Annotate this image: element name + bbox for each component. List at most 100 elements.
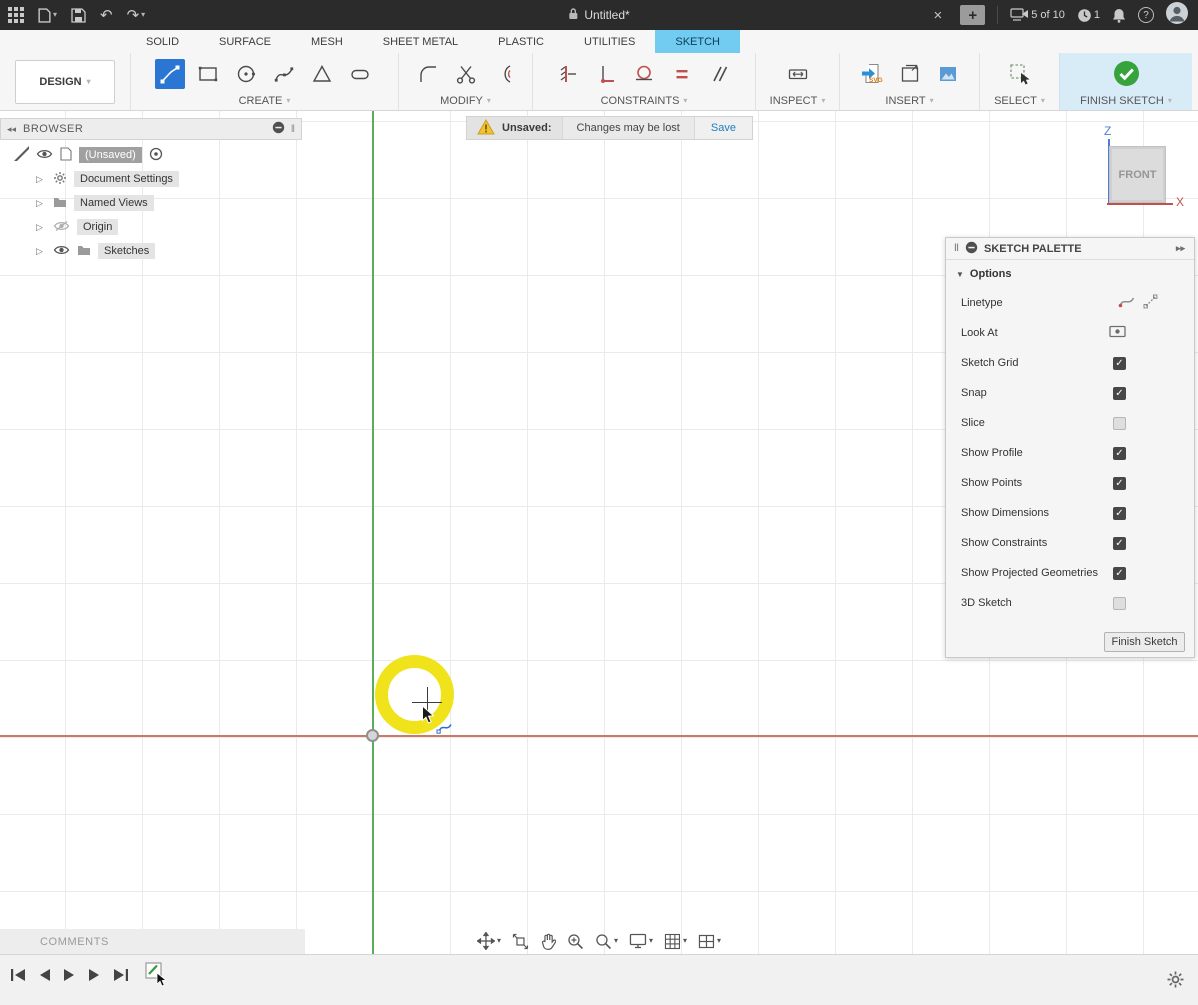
trim-tool-button[interactable] [451,59,481,89]
decal-tool-button[interactable] [895,59,925,89]
disclosure-icon[interactable]: ▷ [36,174,46,185]
grid-settings-button[interactable]: ▾ [664,933,687,950]
look-at-icon[interactable] [1109,325,1126,341]
display-settings-button[interactable]: ▾ [629,933,653,949]
finish-sketch-dropdown[interactable]: FINISH SKETCH ▾ [1060,91,1192,110]
palette-drag-handle[interactable]: ‖ [954,243,959,254]
tangent-constraint-button[interactable] [629,59,659,89]
browser-row-sketches[interactable]: ▷ Sketches [0,239,300,263]
spline-tool-button[interactable] [269,59,299,89]
close-tab-icon[interactable]: × [927,7,948,24]
step-back-button[interactable] [38,968,51,987]
save-link[interactable]: Save [694,117,752,139]
origin-point[interactable] [366,729,379,742]
sketch-grid-checkbox[interactable]: ✓ [1113,357,1126,370]
create-dropdown[interactable]: CREATE ▾ [131,91,398,110]
go-to-end-button[interactable] [113,968,129,987]
measure-tool-button[interactable] [783,59,813,89]
tab-mesh[interactable]: MESH [291,30,363,53]
viewcube[interactable]: Z X FRONT [1096,122,1196,212]
zoom-button[interactable] [567,933,584,950]
visibility-eye-icon[interactable] [36,148,53,163]
visibility-eye-icon[interactable] [53,244,70,259]
palette-minimize-icon[interactable] [965,241,978,257]
construction-linetype-icon[interactable] [1143,294,1158,312]
active-document-target-icon[interactable] [149,147,163,164]
tab-sheet-metal[interactable]: SHEET METAL [363,30,478,53]
job-status-button[interactable]: 5 of 10 [1010,8,1065,22]
viewports-button[interactable]: ▾ [698,934,721,949]
redo-button[interactable]: ↷ ▾ [127,8,146,23]
select-dropdown[interactable]: SELECT ▾ [980,91,1059,110]
file-menu-button[interactable]: ▾ [38,8,57,23]
tab-solid[interactable]: SOLID [126,30,199,53]
equal-constraint-button[interactable] [667,59,697,89]
play-button[interactable] [63,968,76,987]
snap-checkbox[interactable]: ✓ [1113,387,1126,400]
fillet-tool-button[interactable] [413,59,443,89]
avatar[interactable] [1166,2,1188,29]
offset-tool-button[interactable] [489,59,519,89]
show-constraints-checkbox[interactable]: ✓ [1113,537,1126,550]
browser-row-named-views[interactable]: ▷ Named Views [0,191,300,215]
tab-utilities[interactable]: UTILITIES [564,30,655,53]
app-grid-icon[interactable] [8,7,24,23]
browser-item-label[interactable]: Origin [77,219,118,235]
help-button[interactable]: ? [1138,7,1154,23]
circle-tool-button[interactable] [231,59,261,89]
orbit-button[interactable]: ▾ [477,932,501,950]
viewcube-front-face[interactable]: FRONT [1109,146,1166,203]
show-dimensions-checkbox[interactable]: ✓ [1113,507,1126,520]
insert-svg-button[interactable]: SVG [857,59,887,89]
normal-linetype-icon[interactable] [1118,295,1135,311]
zoom-window-button[interactable]: ▾ [595,933,618,950]
browser-minimize-icon[interactable] [272,121,285,137]
slot-tool-button[interactable] [345,59,375,89]
insert-dropdown[interactable]: INSERT ▾ [840,91,979,110]
browser-row-document-settings[interactable]: ▷ Document Settings [0,167,300,191]
unsaved-document-label[interactable]: (Unsaved) [79,147,142,163]
show-profile-checkbox[interactable]: ✓ [1113,447,1126,460]
finish-sketch-palette-button[interactable]: Finish Sketch [1104,632,1185,652]
tab-surface[interactable]: SURFACE [199,30,291,53]
canvas-tool-button[interactable] [933,59,963,89]
recent-activity-button[interactable]: 1 [1077,8,1100,23]
show-projected-geometries-checkbox[interactable]: ✓ [1113,567,1126,580]
options-section-header[interactable]: ▼ Options [946,260,1194,288]
notifications-button[interactable] [1112,8,1126,23]
browser-root-row[interactable]: (Unsaved) [0,143,300,167]
browser-row-origin[interactable]: ▷ Origin [0,215,300,239]
x-axis-line[interactable] [0,735,1198,737]
go-to-start-button[interactable] [10,968,26,987]
finish-sketch-button[interactable] [1111,59,1141,89]
parallel-constraint-button[interactable] [705,59,735,89]
y-axis-line[interactable] [372,111,374,954]
timeline-settings-gear-icon[interactable] [1166,970,1185,994]
step-forward-button[interactable] [88,968,101,987]
constraints-dropdown[interactable]: CONSTRAINTS ▾ [533,91,755,110]
disclosure-icon[interactable]: ▷ [36,246,46,257]
comments-bar[interactable]: COMMENTS [0,929,305,954]
tab-plastic[interactable]: PLASTIC [478,30,564,53]
3d-sketch-checkbox[interactable]: ✓ [1113,597,1126,610]
disclosure-icon[interactable]: ▷ [36,198,46,209]
select-tool-button[interactable] [1005,59,1035,89]
design-workspace-button[interactable]: DESIGN ▾ [15,60,115,104]
new-tab-button[interactable]: + [960,5,985,25]
coincident-constraint-button[interactable] [591,59,621,89]
browser-panel-header[interactable]: ◂◂ BROWSER ‖ [0,118,302,140]
undo-button[interactable]: ↶ [100,8,113,23]
rectangle-tool-button[interactable] [193,59,223,89]
save-button[interactable] [71,8,86,23]
browser-item-label[interactable]: Named Views [74,195,154,211]
disclosure-icon[interactable]: ▷ [36,222,46,233]
fit-button[interactable] [512,933,529,950]
horizontal-vertical-constraint-button[interactable] [553,59,583,89]
line-tool-button[interactable] [155,59,185,89]
browser-item-label[interactable]: Document Settings [74,171,179,187]
sketch-palette-header[interactable]: ‖ SKETCH PALETTE ▸▸ [946,238,1194,260]
timeline-sketch-feature-icon[interactable] [145,960,171,995]
browser-resize-handle[interactable]: ‖ [291,124,295,135]
visibility-hidden-eye-icon[interactable] [53,220,70,235]
tab-sketch[interactable]: SKETCH [655,30,740,53]
